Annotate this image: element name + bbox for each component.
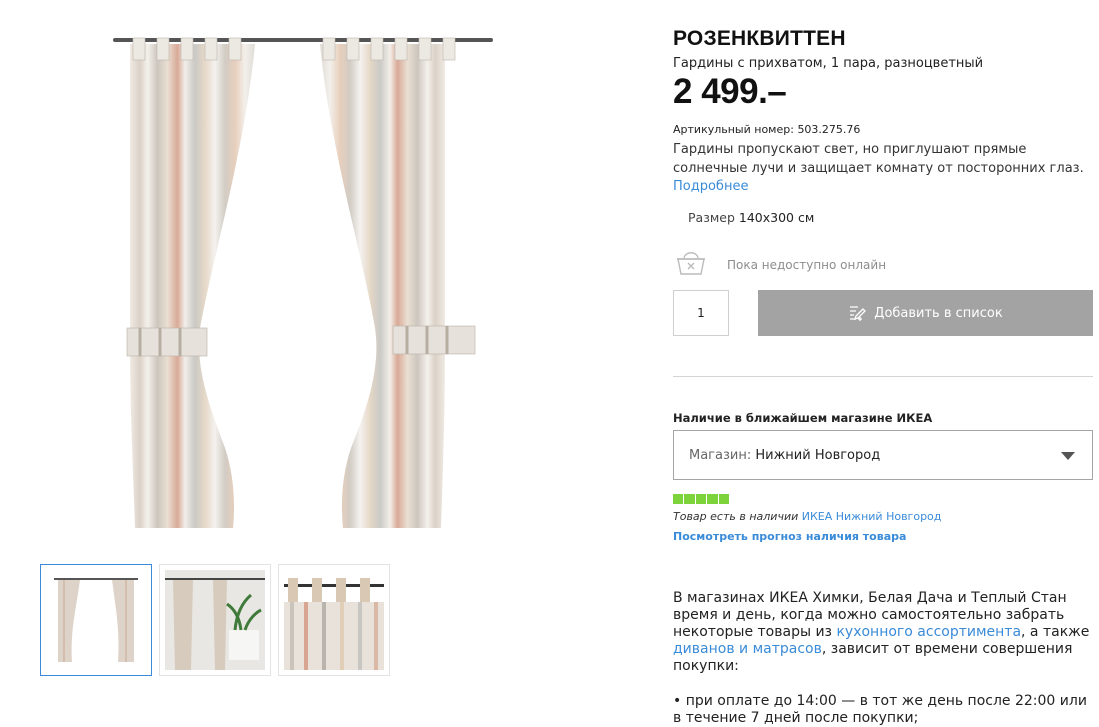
edit-list-icon (850, 306, 867, 321)
stock-level-segment (695, 494, 707, 504)
product-price: 2 499.– (673, 72, 787, 111)
thumbnail-image (284, 578, 384, 670)
add-to-list-button[interactable]: Добавить в список (758, 290, 1093, 336)
store-select[interactable]: Магазин: Нижний Новгород (673, 430, 1093, 480)
thumbnail-image (165, 570, 265, 670)
product-size: Размер 140x300 см (688, 210, 814, 225)
stock-level-indicator (673, 494, 729, 504)
store-label-text: Магазин: (689, 448, 752, 463)
kitchen-assortment-link[interactable]: кухонного ассортимента (836, 624, 1021, 640)
thumbnail-curtains-pair[interactable] (40, 564, 152, 676)
store-select-label: Магазин: Нижний Новгород (689, 448, 880, 463)
stock-level-segment (707, 494, 718, 504)
more-link[interactable]: Подробнее (673, 178, 1093, 197)
online-status: Пока недоступно онлайн (727, 258, 887, 272)
quantity-input[interactable]: 1 (673, 290, 729, 336)
stock-heading: Наличие в ближайшем магазине ИКЕА (673, 411, 933, 425)
product-name: РОЗЕНКВИТТЕН (673, 27, 846, 50)
size-label: Размер (688, 210, 735, 225)
stock-availability: Товар есть в наличии ИКЕА Нижний Новгоро… (673, 510, 941, 523)
product-subtitle: Гардины с прихватом, 1 пара, разноцветны… (673, 56, 984, 71)
article-value: 503.275.76 (797, 123, 861, 136)
thumbnail-curtains-room[interactable] (159, 564, 271, 676)
size-value: 140x300 см (738, 210, 815, 225)
shopping-basket-unavailable-icon (675, 248, 707, 280)
stock-availability-text: Товар есть в наличии (673, 510, 799, 523)
pickup-info-bullet: • при оплате до 14:00 — в тот же день по… (673, 693, 1087, 726)
add-to-list-label: Добавить в список (874, 305, 1003, 321)
chevron-down-icon (1061, 452, 1075, 460)
product-main-image[interactable] (105, 28, 565, 533)
description-text: Гардины пропускают свет, но приглушают п… (673, 142, 1084, 176)
pickup-info-text: , а также (1021, 624, 1090, 640)
stock-level-segment (673, 494, 684, 504)
sofas-mattresses-link[interactable]: диванов и матрасов (673, 641, 822, 657)
pickup-info: В магазинах ИКЕА Химки, Белая Дача и Теп… (673, 590, 1093, 675)
article-label: Артикульный номер: (673, 123, 794, 136)
divider (673, 376, 1093, 377)
thumbnail-curtains-closeup[interactable] (278, 564, 390, 676)
product-description: Гардины пропускают свет, но приглушают п… (673, 141, 1093, 197)
article-number: Артикульный номер: 503.275.76 (673, 123, 860, 136)
stock-level-segment (684, 494, 695, 504)
stock-forecast-link[interactable]: Посмотреть прогноз наличия товара (673, 530, 906, 543)
store-select-value: Нижний Новгород (755, 448, 881, 463)
thumbnail-image (54, 578, 138, 662)
store-link[interactable]: ИКЕА Нижний Новгород (802, 510, 942, 523)
stock-level-segment (718, 494, 729, 504)
